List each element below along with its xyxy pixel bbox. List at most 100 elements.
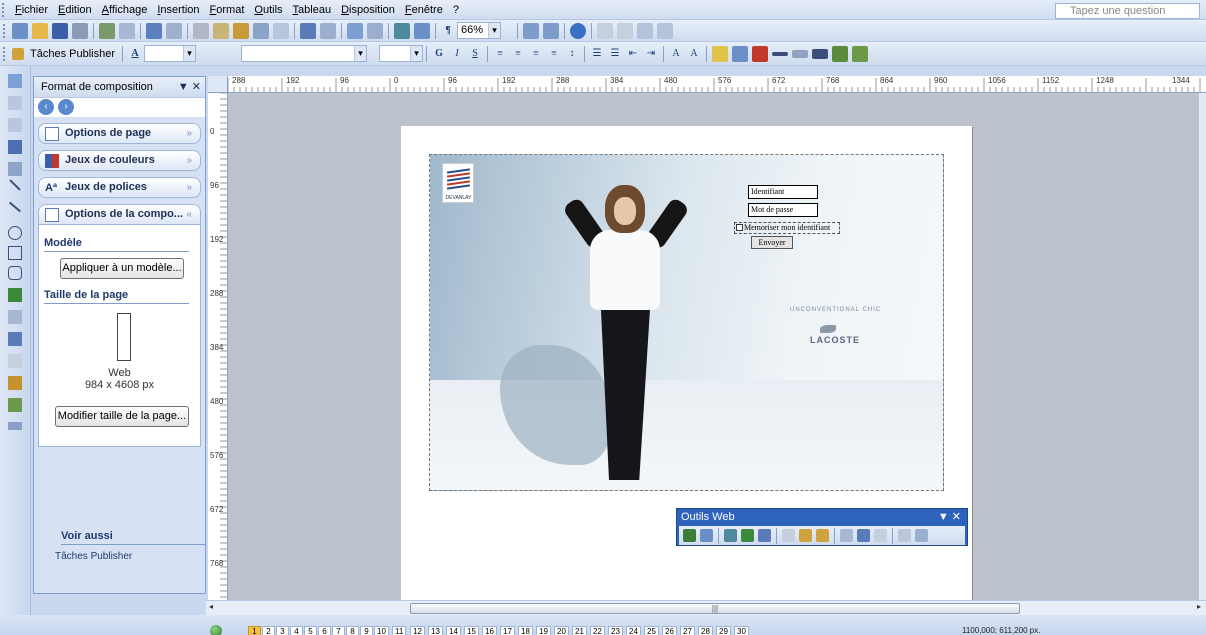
menu-help[interactable]: ? xyxy=(448,4,464,16)
menu-insertion[interactable]: Insertion xyxy=(152,4,204,16)
bullets-icon[interactable]: ☰ xyxy=(608,46,622,62)
justify-icon[interactable]: ≡ xyxy=(547,46,561,62)
html-fragment-icon[interactable] xyxy=(8,332,22,346)
page-button-27[interactable]: 27 xyxy=(680,626,695,635)
menu-tableau[interactable]: Tableau xyxy=(288,4,337,16)
page-button-25[interactable]: 25 xyxy=(644,626,659,635)
forward-icon[interactable]: › xyxy=(58,99,74,115)
decrease-indent-icon[interactable]: ⇤ xyxy=(626,46,640,62)
hotspot-icon[interactable] xyxy=(8,288,22,302)
spelling-icon[interactable] xyxy=(146,22,162,39)
apply-template-button[interactable]: Appliquer à un modèle... xyxy=(60,258,184,279)
web-page-options-icon[interactable] xyxy=(816,529,829,542)
page-button-18[interactable]: 18 xyxy=(518,626,533,635)
bring-forward-icon[interactable] xyxy=(347,22,363,39)
save-icon[interactable] xyxy=(52,22,68,39)
horizontal-ruler[interactable]: 288 192 96 0 96 192 288 384 480 576 672 … xyxy=(228,76,1206,93)
menu-fenetre[interactable]: Fenêtre xyxy=(400,4,448,16)
select-icon[interactable] xyxy=(8,74,22,88)
section-font-schemes[interactable]: Aª Jeux de polices » xyxy=(38,177,201,198)
page-button-23[interactable]: 23 xyxy=(608,626,623,635)
bold-icon[interactable]: G xyxy=(432,46,446,62)
web-navbar-icon[interactable] xyxy=(758,529,771,542)
section-page-options[interactable]: Options de page » xyxy=(38,123,201,144)
scroll-right-icon[interactable]: ▸ xyxy=(1197,602,1201,611)
page-button-20[interactable]: 20 xyxy=(554,626,569,635)
underline-icon[interactable]: S xyxy=(468,46,482,62)
web-background-sound-icon[interactable] xyxy=(799,529,812,542)
eraser-icon[interactable] xyxy=(273,22,289,39)
section-publication-options[interactable]: Options de la compo... « xyxy=(38,204,201,225)
redo-icon[interactable] xyxy=(320,22,336,39)
tasks-label[interactable]: Tâches Publisher xyxy=(26,48,119,60)
numbering-icon[interactable]: ☰ xyxy=(590,46,604,62)
toolbar-grip[interactable] xyxy=(3,23,7,38)
page-button-5[interactable]: 5 xyxy=(304,626,317,635)
style-icon[interactable]: A xyxy=(128,46,142,62)
modify-page-size-button[interactable]: Modifier taille de la page... xyxy=(55,406,189,427)
page-button-24[interactable]: 24 xyxy=(626,626,641,635)
page-button-13[interactable]: 13 xyxy=(428,626,443,635)
next-textbox-icon[interactable] xyxy=(657,22,673,39)
design-gallery-icon[interactable] xyxy=(8,354,22,368)
section-color-schemes[interactable]: Jeux de couleurs » xyxy=(38,150,201,171)
align-right-icon[interactable]: ≡ xyxy=(529,46,543,62)
unlink-textbox-icon[interactable] xyxy=(617,22,633,39)
help-icon[interactable] xyxy=(570,22,586,39)
shadow-style-icon[interactable] xyxy=(832,45,848,62)
decrease-font-icon[interactable]: A xyxy=(669,46,683,62)
web-globe-icon[interactable] xyxy=(210,625,222,635)
web-preview-icon[interactable] xyxy=(700,529,713,542)
page-button-9[interactable]: 9 xyxy=(360,626,373,635)
page-button-16[interactable]: 16 xyxy=(482,626,497,635)
line-color-icon[interactable] xyxy=(732,45,748,62)
page-button-4[interactable]: 4 xyxy=(290,626,303,635)
menu-outils[interactable]: Outils xyxy=(249,4,287,16)
line-style-icon[interactable] xyxy=(772,51,788,56)
paste-icon[interactable] xyxy=(233,22,249,39)
horizontal-scrollbar[interactable]: ◂ ||| ▸ xyxy=(206,600,1206,615)
menu-fichier[interactable]: Fichier xyxy=(10,4,53,16)
web-page-icon[interactable] xyxy=(782,529,795,542)
checkbox-box[interactable] xyxy=(736,224,743,231)
zoom-in-icon[interactable] xyxy=(543,22,559,39)
web-hyperlink-icon[interactable] xyxy=(724,529,737,542)
page-button-3[interactable]: 3 xyxy=(276,626,289,635)
zoom-combo[interactable]: 66% xyxy=(457,22,501,39)
style-combo[interactable] xyxy=(144,45,196,62)
scroll-left-icon[interactable]: ◂ xyxy=(209,602,213,611)
page-button-21[interactable]: 21 xyxy=(572,626,587,635)
password-field[interactable]: Mot de passe xyxy=(748,203,818,217)
web-reduce-size-icon[interactable] xyxy=(898,529,911,542)
page-button-26[interactable]: 26 xyxy=(662,626,677,635)
page-button-12[interactable]: 12 xyxy=(410,626,425,635)
increase-indent-icon[interactable]: ⇥ xyxy=(644,46,658,62)
business-info-icon[interactable] xyxy=(8,376,22,390)
back-icon[interactable]: ‹ xyxy=(38,99,54,115)
vertical-scrollbar[interactable] xyxy=(1199,93,1206,600)
web-tools-controls[interactable]: ▼ ✕ xyxy=(938,510,961,523)
web-preview-icon[interactable] xyxy=(414,22,430,39)
autoshapes-icon[interactable] xyxy=(8,266,22,280)
new-icon[interactable] xyxy=(12,22,28,39)
catalog-icon[interactable] xyxy=(8,398,22,412)
task-pane-close-icon[interactable]: ▼ ✕ xyxy=(178,77,201,97)
text-box-icon[interactable] xyxy=(8,96,22,110)
line-icon[interactable] xyxy=(9,179,21,191)
hyperlink-icon[interactable] xyxy=(394,22,410,39)
font-name-combo[interactable] xyxy=(241,45,367,62)
print-icon[interactable] xyxy=(72,22,88,39)
preview-icon[interactable] xyxy=(119,22,135,39)
picture-icon[interactable] xyxy=(8,162,22,176)
web-form-control-icon[interactable] xyxy=(840,529,853,542)
send-backward-icon[interactable] xyxy=(367,22,383,39)
page-button-14[interactable]: 14 xyxy=(446,626,461,635)
previous-textbox-icon[interactable] xyxy=(637,22,653,39)
align-left-icon[interactable]: ≡ xyxy=(493,46,507,62)
login-id-field[interactable]: Identifiant xyxy=(748,185,818,199)
page-button-29[interactable]: 29 xyxy=(716,626,731,635)
page-button-7[interactable]: 7 xyxy=(332,626,345,635)
align-center-icon[interactable]: ≡ xyxy=(511,46,525,62)
copy-icon[interactable] xyxy=(213,22,229,39)
web-send-icon[interactable] xyxy=(915,529,928,542)
